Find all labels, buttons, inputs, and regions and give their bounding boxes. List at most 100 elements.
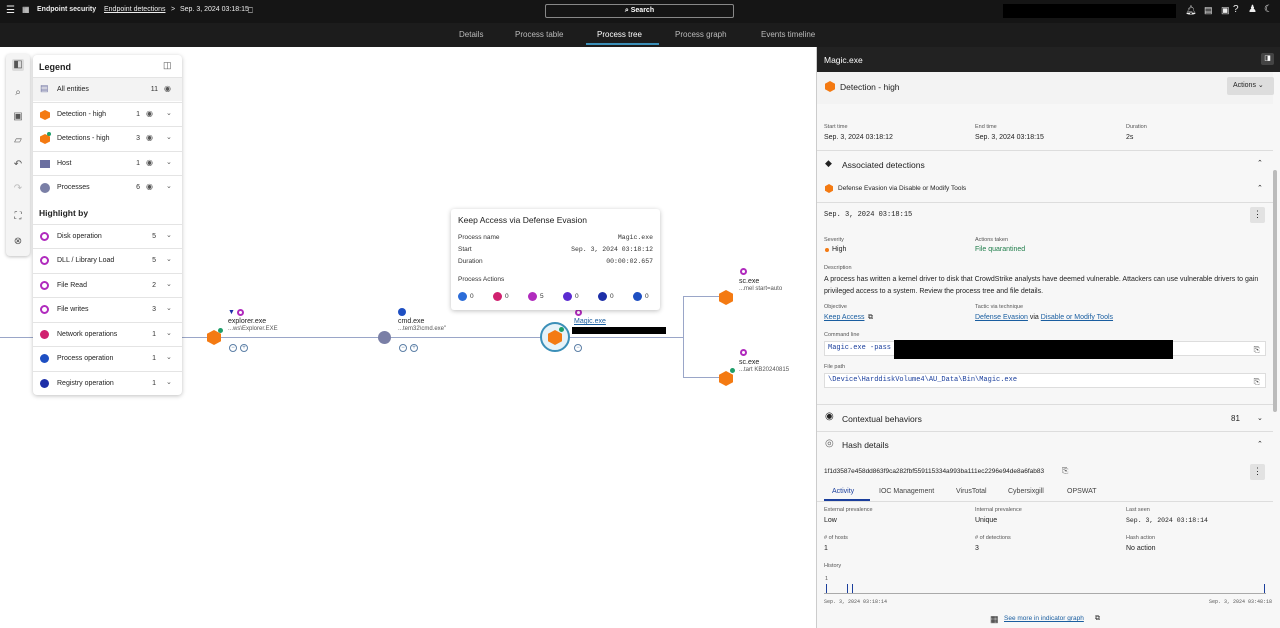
tab-virustotal[interactable]: VirusTotal xyxy=(956,488,987,495)
tab-opswat[interactable]: OPSWAT xyxy=(1067,488,1097,495)
collapse-icon[interactable]: − xyxy=(229,344,237,352)
chevron-down-icon[interactable]: ⌄ xyxy=(166,158,172,166)
associated-detections-header[interactable]: ◆ Associated detections ⌃ xyxy=(817,150,1273,175)
magic-name[interactable]: Magic.exe xyxy=(574,318,606,325)
chevron-down-icon[interactable]: ⌄ xyxy=(166,109,172,117)
legend-row-all-entities[interactable]: ▤ All entities 11 ◉ xyxy=(33,77,182,101)
disk-operation-icon xyxy=(740,349,747,356)
chevron-down-icon[interactable]: ⌄ xyxy=(166,329,172,337)
bell-icon[interactable]: 🔔︎ xyxy=(1185,5,1196,16)
legend-row-host[interactable]: Host 1 ◉ ⌄ xyxy=(33,151,182,175)
tab-cybersixgill[interactable]: Cybersixgill xyxy=(1008,488,1044,495)
screenshot-icon[interactable]: ▣ xyxy=(12,111,24,123)
eye-icon[interactable]: ◉ xyxy=(146,158,153,167)
highlight-row-dll[interactable]: DLL / Library Load 5 ⌄ xyxy=(33,248,182,272)
user-icon[interactable]: ♟ xyxy=(1248,4,1257,15)
tab-activity[interactable]: Activity xyxy=(832,488,854,495)
copy-icon[interactable]: ⎘ xyxy=(1254,344,1260,357)
undo-icon[interactable]: ↶ xyxy=(12,159,24,171)
copy-icon[interactable]: ⎘ xyxy=(1254,376,1260,389)
hamburger-icon[interactable]: ☰ xyxy=(6,5,15,16)
panel-header: Magic.exe ◨ xyxy=(817,47,1280,72)
highlight-row-file-writes[interactable]: File writes 3 ⌄ xyxy=(33,297,182,321)
chevron-down-icon[interactable]: ⌄ xyxy=(166,255,172,263)
disk-operation-icon xyxy=(740,268,747,275)
tab-ioc-management[interactable]: IOC Management xyxy=(879,488,934,495)
chevron-down-icon[interactable]: ⌄ xyxy=(166,133,172,141)
process-operation-icon xyxy=(398,308,406,316)
help-icon[interactable]: ? xyxy=(1233,4,1239,15)
collapse-icon[interactable]: − xyxy=(399,344,407,352)
highlight-row-process-operation[interactable]: Process operation 1 ⌄ xyxy=(33,346,182,370)
tab-process-graph[interactable]: Process graph xyxy=(675,30,727,39)
expand-icon[interactable]: + xyxy=(410,344,418,352)
eye-icon[interactable]: ◉ xyxy=(146,133,153,142)
explorer-name[interactable]: explorer.exe xyxy=(228,318,266,325)
chevron-down-icon[interactable]: ⌄ xyxy=(166,378,172,386)
tab-details[interactable]: Details xyxy=(459,30,483,39)
redo-icon[interactable]: ↷ xyxy=(12,183,24,195)
chevron-down-icon[interactable]: ⌄ xyxy=(166,280,172,288)
sc2-name[interactable]: sc.exe xyxy=(739,359,759,366)
tab-process-table[interactable]: Process table xyxy=(515,30,563,39)
apps-icon[interactable]: ▣ xyxy=(1221,5,1230,16)
hash-details-header[interactable]: ◎ Hash details ⌃ xyxy=(817,431,1273,456)
tab-process-tree[interactable]: Process tree xyxy=(597,30,642,39)
highlight-row-network[interactable]: Network operations 1 ⌄ xyxy=(33,322,182,346)
toggle-legend-icon[interactable]: ◧ xyxy=(12,59,24,71)
collapse-panel-icon[interactable]: ◫ xyxy=(163,60,172,71)
details-panel: Magic.exe ◨ Detection - high Actions ⌄ S… xyxy=(816,47,1280,628)
action-count: 5 xyxy=(528,292,544,301)
chevron-down-icon[interactable]: ⌄ xyxy=(166,304,172,312)
copy-icon[interactable]: ⎘ xyxy=(1062,466,1068,476)
chevron-up-icon[interactable]: ⌃ xyxy=(1257,440,1263,448)
detection-name[interactable]: Defense Evasion via Disable or Modify To… xyxy=(838,185,966,192)
collapse-panel-icon[interactable]: ◨ xyxy=(1261,53,1274,65)
objective-link[interactable]: Keep Access xyxy=(824,314,864,321)
external-link-icon[interactable]: ⧉ xyxy=(1095,615,1100,623)
cmd-process-node[interactable] xyxy=(378,331,391,344)
highlight-row-file-read[interactable]: File Read 2 ⌄ xyxy=(33,273,182,297)
search-icon[interactable]: ⌕ xyxy=(12,87,24,99)
expand-icon[interactable]: + xyxy=(240,344,248,352)
legend-title: Legend xyxy=(39,62,72,72)
legend-row-detection-high[interactable]: Detection - high 1 ◉ ⌄ xyxy=(33,102,182,126)
chevron-down-icon[interactable]: ⌄ xyxy=(166,182,172,190)
eye-icon[interactable]: ◉ xyxy=(146,109,153,118)
action-count: 0 xyxy=(493,292,509,301)
more-options-icon[interactable]: ⋮ xyxy=(1250,207,1265,223)
chevron-down-icon[interactable]: ⌄ xyxy=(166,353,172,361)
app-name: Endpoint security xyxy=(37,6,97,13)
divider xyxy=(817,501,1273,502)
close-icon[interactable]: ⊗ xyxy=(12,236,24,248)
eye-icon[interactable]: ◉ xyxy=(146,182,153,191)
hash-action-value: No action xyxy=(1126,545,1156,552)
eye-icon[interactable]: ◉ xyxy=(164,84,171,93)
fit-view-icon[interactable]: ⛶ xyxy=(12,211,24,223)
file-path-box[interactable]: \Device\HarddiskVolume4\AU_Data\Bin\Magi… xyxy=(824,373,1266,388)
chevron-down-icon[interactable]: ⌄ xyxy=(166,231,172,239)
chevron-up-icon[interactable]: ⌃ xyxy=(1257,159,1263,167)
chevron-up-icon[interactable]: ⌃ xyxy=(1257,184,1263,192)
highlight-row-disk-operation[interactable]: Disk operation 5 ⌄ xyxy=(33,224,182,248)
more-options-icon[interactable]: ⋮ xyxy=(1250,464,1265,480)
cmd-name[interactable]: cmd.exe xyxy=(398,318,424,325)
bookmark-icon[interactable]: ⎕ xyxy=(248,6,253,16)
collapse-icon[interactable]: − xyxy=(574,344,582,352)
tab-events-timeline[interactable]: Events timeline xyxy=(761,30,815,39)
actions-button[interactable]: Actions ⌄ xyxy=(1227,77,1274,95)
search-button[interactable]: ⌕ Search xyxy=(545,4,734,18)
legend-row-processes[interactable]: Processes 6 ◉ ⌄ xyxy=(33,175,182,199)
legend-row-detections-high[interactable]: Detections - high 3 ◉ ⌄ xyxy=(33,126,182,150)
chevron-down-icon[interactable]: ⌄ xyxy=(1257,414,1263,422)
breadcrumb-link[interactable]: Endpoint detections xyxy=(104,6,166,13)
highlight-row-registry[interactable]: Registry operation 1 ⌄ xyxy=(33,371,182,395)
theme-icon[interactable]: ☾ xyxy=(1264,4,1273,15)
panel-scrollbar[interactable] xyxy=(1273,170,1277,412)
external-link-icon[interactable]: ⧉ xyxy=(868,314,873,322)
news-icon[interactable]: ▤ xyxy=(1204,5,1213,16)
folder-icon[interactable]: ▱ xyxy=(12,135,24,147)
contextual-behaviors-header[interactable]: ◉ Contextual behaviors 81 ⌄ xyxy=(817,404,1273,430)
see-more-link[interactable]: See more in indicator graph xyxy=(1004,615,1084,622)
sc1-name[interactable]: sc.exe xyxy=(739,278,759,285)
